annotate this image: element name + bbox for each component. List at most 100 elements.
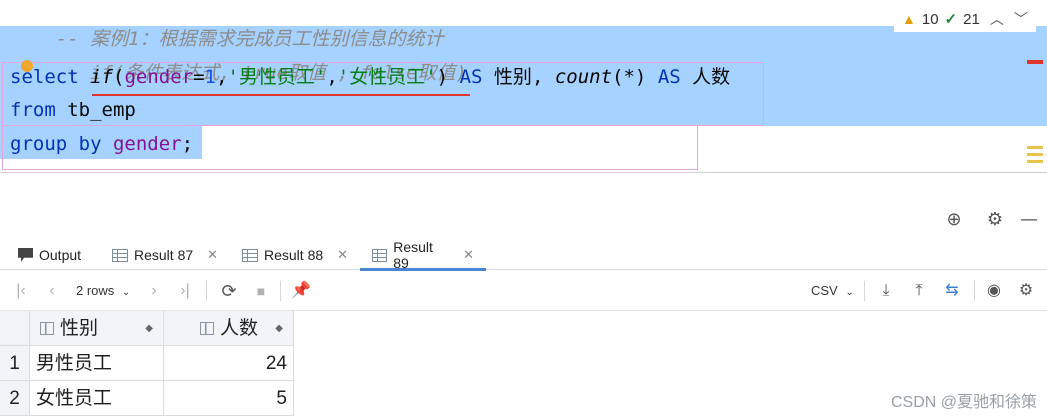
comma: , xyxy=(531,66,544,88)
warning-stripe-marker[interactable] xyxy=(1027,160,1043,163)
paren: ) xyxy=(436,66,449,88)
warning-count: 10 xyxy=(921,10,939,28)
column-icon xyxy=(40,322,54,335)
tab-output[interactable]: Output xyxy=(18,240,81,270)
tab-result-89[interactable]: Result 89 ✕ xyxy=(360,239,486,271)
stop-icon[interactable]: ■ xyxy=(252,281,270,301)
error-underline xyxy=(92,94,470,96)
tab-result-88[interactable]: Result 88 ✕ xyxy=(242,240,348,270)
gear-icon[interactable]: ⚙ xyxy=(985,210,1005,230)
alias: 人数 xyxy=(692,66,731,88)
next-page-icon[interactable]: › xyxy=(146,281,162,301)
close-icon[interactable]: ✕ xyxy=(207,247,218,263)
result-tabs: Output Result 87 ✕ Result 88 ✕ Result 89… xyxy=(0,239,1047,271)
toolbar-divider xyxy=(280,281,281,301)
table-name: tb_emp xyxy=(67,99,136,121)
cell-gender[interactable]: 女性员工 xyxy=(30,381,164,416)
export-format-dropdown[interactable]: CSV ⌄ xyxy=(811,281,854,301)
toolbar-divider xyxy=(206,281,207,301)
code-editor[interactable]: -- 案例1：根据需求完成员工性别信息的统计 -- if(条件表达式, true… xyxy=(0,0,1047,172)
result-toolbar: |‹ ‹ 2 rows ⌄ › ›| ⟳ ■ 📌 CSV ⌄ ⤓ ⤒ ⇆ ◉ ⚙ xyxy=(0,271,1047,311)
column-header-count[interactable]: 人数 ◆ xyxy=(164,311,294,346)
warning-stripe-marker[interactable] xyxy=(1027,153,1043,156)
string-literal: '女性员工' xyxy=(337,66,437,88)
cell-gender[interactable]: 男性员工 xyxy=(30,346,164,381)
grid-icon xyxy=(242,248,258,262)
refresh-icon[interactable]: ⟳ xyxy=(218,281,240,301)
last-page-icon[interactable]: ›| xyxy=(176,281,194,301)
compare-icon[interactable]: ⇆ xyxy=(940,281,964,301)
operator-eq: = xyxy=(193,66,205,88)
close-icon[interactable]: ✕ xyxy=(337,247,348,263)
tab-result-87[interactable]: Result 87 ✕ xyxy=(112,240,218,270)
code-line-1: -- 案例1：根据需求完成员工性别信息的统计 xyxy=(10,0,444,50)
chevron-down-icon: ⌄ xyxy=(845,287,854,298)
tab-label: Result 87 xyxy=(134,247,194,263)
eye-icon[interactable]: ◉ xyxy=(983,281,1005,301)
function-if: if xyxy=(90,66,113,88)
string-literal: '男性员工' xyxy=(227,66,327,88)
intention-bulb-icon[interactable] xyxy=(21,60,33,72)
number-literal: 1 xyxy=(204,66,216,88)
sort-icon[interactable]: ◆ xyxy=(145,311,153,345)
column-label: 人数 xyxy=(220,318,259,339)
alias: 性别 xyxy=(493,66,532,88)
grid-icon xyxy=(372,248,388,262)
prev-page-icon[interactable]: ‹ xyxy=(44,281,60,301)
column-header-gender[interactable]: 性别 ◆ xyxy=(30,311,164,346)
error-stripe-marker[interactable] xyxy=(1027,60,1043,64)
tab-label: Output xyxy=(39,247,82,263)
toolbar-divider xyxy=(864,281,865,301)
comma: , xyxy=(215,66,228,88)
chevron-up-icon[interactable]: ︿ xyxy=(990,9,1004,29)
rows-count-dropdown[interactable]: 2 rows ⌄ xyxy=(76,281,130,301)
warning-icon: ▲ xyxy=(902,11,916,27)
chevron-down-icon: ⌄ xyxy=(121,287,131,298)
rows-count: 2 rows xyxy=(76,283,115,298)
inspection-widget[interactable]: ▲ 10 ✓ 21 ︿ ﹀ xyxy=(894,6,1036,32)
code-line-4: from tb_emp xyxy=(10,95,136,125)
keyword-as: AS xyxy=(657,66,681,88)
keyword-as: AS xyxy=(459,66,483,88)
row-number: 1 xyxy=(0,346,30,381)
close-icon[interactable]: ✕ xyxy=(463,247,474,263)
cell-count[interactable]: 24 xyxy=(164,346,294,381)
field-gender: gender xyxy=(112,133,182,155)
chevron-down-icon[interactable]: ﹀ xyxy=(1014,9,1028,29)
editor-divider[interactable] xyxy=(0,172,1047,173)
comma: , xyxy=(326,66,338,88)
watermark: CSDN @夏驰和徐策 xyxy=(890,394,1037,411)
function-count: count xyxy=(554,66,613,88)
target-icon[interactable]: ⊕ xyxy=(944,210,964,230)
pin-icon[interactable]: 📌 xyxy=(290,281,312,301)
download-icon[interactable]: ⤓ xyxy=(876,281,896,301)
keyword-group-by: group by xyxy=(10,133,102,155)
export-format: CSV xyxy=(811,283,838,298)
paren: ( xyxy=(112,66,125,88)
tab-label: Result 89 xyxy=(393,239,433,271)
cell-count[interactable]: 5 xyxy=(164,381,294,416)
minimize-icon[interactable]: — xyxy=(1019,210,1039,230)
sort-icon[interactable]: ◆ xyxy=(275,311,283,345)
services-panel-header: ⊕ ⚙ — xyxy=(0,200,1047,240)
first-page-icon[interactable]: |‹ xyxy=(12,281,30,301)
column-label: 性别 xyxy=(60,318,99,339)
code-line-3: select if(gender=1,'男性员工','女性员工') AS 性别,… xyxy=(10,62,730,92)
upload-icon[interactable]: ⤒ xyxy=(909,281,929,301)
check-icon: ✓ xyxy=(944,11,958,28)
gear-icon[interactable]: ⚙ xyxy=(1015,281,1037,301)
row-number-header[interactable] xyxy=(0,311,30,346)
keyword-select: select xyxy=(10,66,79,88)
code-line-2: -- if(条件表达式, true取值 , false取值) xyxy=(10,28,467,84)
field-gender: gender xyxy=(124,66,194,88)
row-number: 2 xyxy=(0,381,30,416)
semicolon: ; xyxy=(181,133,194,155)
ok-count: 21 xyxy=(963,10,980,28)
code-line-5: group by gender; xyxy=(10,129,193,159)
grid-icon xyxy=(112,248,128,262)
warning-stripe-marker[interactable] xyxy=(1027,146,1043,149)
output-icon xyxy=(18,248,33,262)
column-icon xyxy=(200,322,214,335)
tab-label: Result 88 xyxy=(264,247,324,263)
toolbar-divider xyxy=(974,281,975,301)
